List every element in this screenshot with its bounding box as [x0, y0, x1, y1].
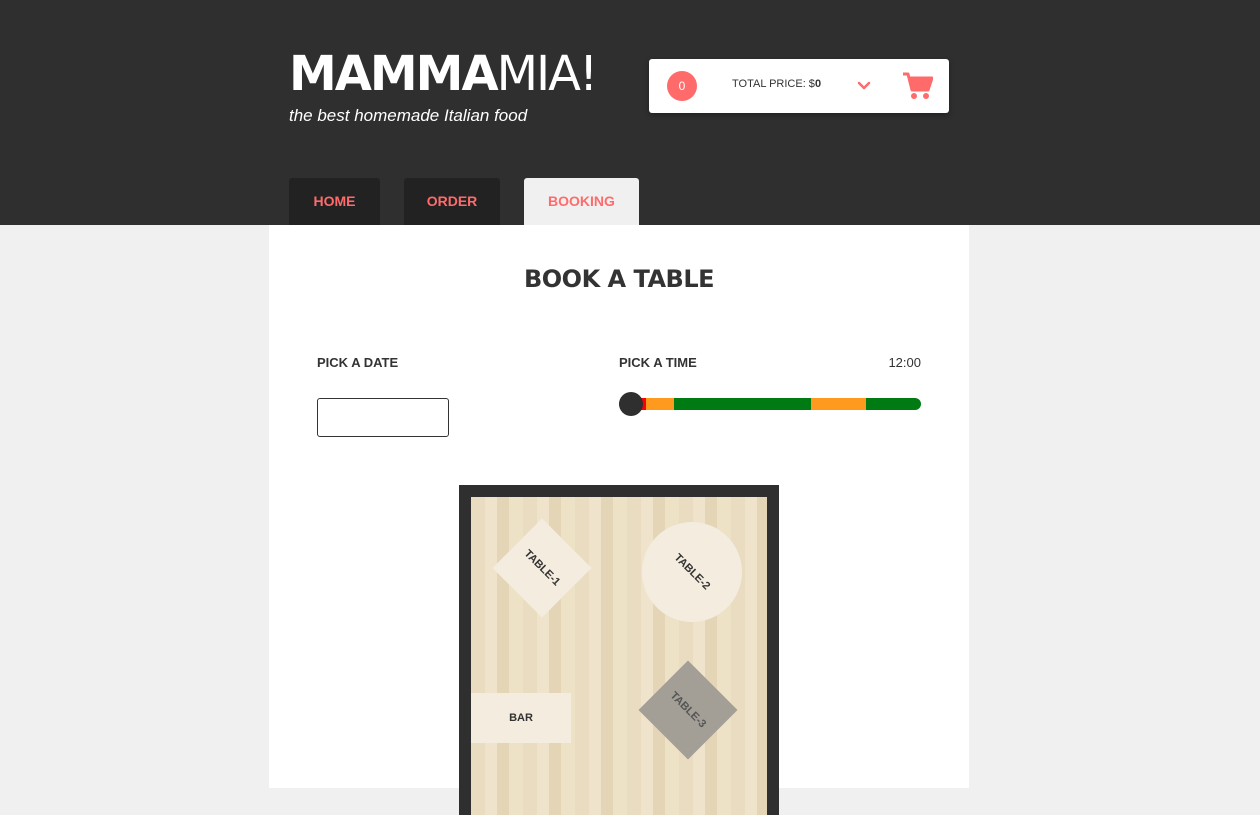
table-3[interactable]: TABLE-3	[638, 660, 738, 760]
date-input[interactable]	[317, 398, 449, 437]
tab-order[interactable]: ORDER	[404, 178, 500, 225]
time-slider-segment	[866, 398, 921, 410]
time-slider-segment	[646, 398, 674, 410]
floor-plan: TABLE-1 TABLE-2 TABLE-3 BAR	[459, 485, 779, 815]
logo[interactable]: MAMMAMIA!	[289, 46, 599, 102]
time-label: PICK A TIME	[619, 355, 697, 370]
logo-tagline: the best homemade Italian food	[289, 106, 528, 125]
time-value: 12:00	[888, 355, 921, 370]
page-title: BOOK A TABLE	[523, 265, 715, 293]
table-3-label: TABLE-3	[667, 689, 709, 731]
time-slider-segment	[811, 398, 867, 410]
time-slider-handle[interactable]	[619, 392, 643, 416]
time-slider-segment	[673, 398, 812, 410]
logo-light-text: MIA!	[496, 46, 599, 102]
logo-bold-text: MAMMA	[289, 46, 499, 102]
shopping-cart-icon[interactable]	[903, 72, 933, 100]
cart-summary[interactable]: 0 TOTAL PRICE: $0	[649, 59, 949, 113]
cart-total-label: TOTAL PRICE: $	[732, 78, 815, 90]
table-1-label: TABLE-1	[521, 547, 563, 589]
bar-counter: BAR	[471, 693, 571, 743]
table-2-label: TABLE-2	[671, 551, 713, 593]
tab-home[interactable]: HOME	[289, 178, 380, 225]
cart-count-badge: 0	[667, 71, 697, 101]
date-label: PICK A DATE	[317, 355, 399, 370]
bar-label: BAR	[509, 712, 533, 724]
table-2[interactable]: TABLE-2	[642, 522, 742, 622]
time-slider-track[interactable]	[619, 398, 921, 410]
cart-total-price: TOTAL PRICE: $0	[732, 78, 821, 90]
floor-area: TABLE-1 TABLE-2 TABLE-3 BAR	[471, 497, 767, 815]
chevron-down-icon[interactable]	[856, 78, 872, 94]
tab-booking[interactable]: BOOKING	[524, 178, 639, 225]
cart-total-value: 0	[814, 78, 822, 90]
table-1[interactable]: TABLE-1	[492, 518, 592, 618]
site-header: MAMMAMIA! the best homemade Italian food…	[0, 0, 1260, 225]
booking-panel: BOOK A TABLE PICK A DATE PICK A TIME 12:…	[269, 225, 969, 815]
